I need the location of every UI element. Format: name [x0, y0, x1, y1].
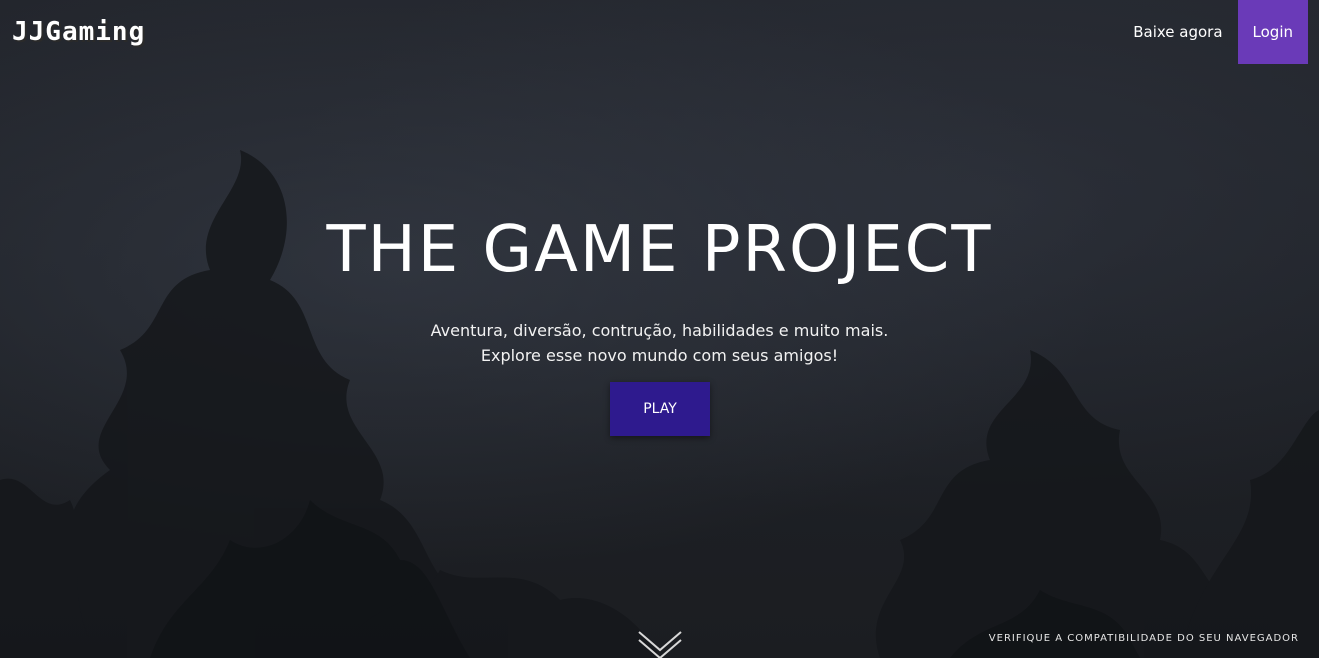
hero-subtitle-line-1: Aventura, diversão, contrução, habilidad… — [430, 321, 889, 340]
browser-compatibility-link[interactable]: VERIFIQUE A COMPATIBILIDADE DO SEU NAVEG… — [989, 633, 1299, 644]
download-now-link[interactable]: Baixe agora — [1118, 0, 1237, 64]
site-logo[interactable]: JJGaming — [12, 16, 145, 48]
play-button[interactable]: PLAY — [610, 382, 710, 436]
login-button[interactable]: Login — [1237, 0, 1308, 64]
hero-subtitle: Aventura, diversão, contrução, habilidad… — [0, 318, 1319, 368]
hero-subtitle-line-2: Explore esse novo mundo com seus amigos! — [480, 346, 839, 365]
hero-section: THE GAME PROJECT Aventura, diversão, con… — [0, 208, 1319, 368]
top-navbar: JJGaming Baixe agora Login — [0, 0, 1319, 64]
chevrons-down-icon[interactable] — [637, 628, 683, 658]
nav-menu: Baixe agora Login — [1118, 0, 1308, 64]
hero-title: THE GAME PROJECT — [326, 213, 993, 287]
